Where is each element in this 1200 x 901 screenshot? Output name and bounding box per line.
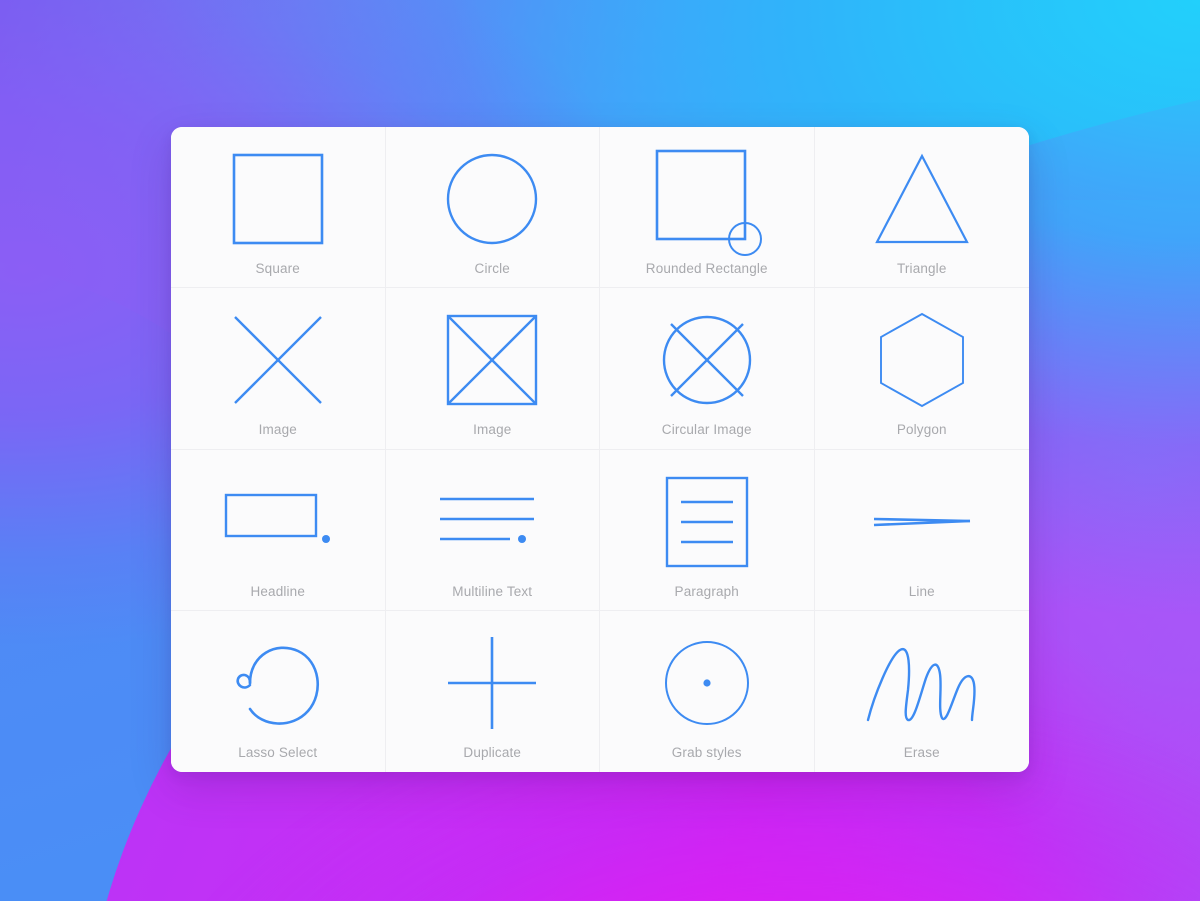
- tool-cell-triangle[interactable]: Triangle: [814, 127, 1030, 289]
- erase-icon: [815, 627, 1030, 739]
- tool-label: Grab styles: [671, 744, 742, 760]
- tool-cell-rounded-rectangle[interactable]: Rounded Rectangle: [600, 127, 815, 289]
- tool-cell-image-boxed[interactable]: Image: [385, 288, 600, 450]
- tool-label: Duplicate: [463, 744, 522, 760]
- duplicate-icon: [386, 627, 600, 739]
- tool-cell-multiline-text[interactable]: Multiline Text: [385, 449, 600, 611]
- grab-styles-icon: [600, 627, 814, 739]
- square-icon: [171, 143, 385, 255]
- shape-tool-palette: Square Circle Rounded Rectangle Triangle…: [171, 127, 1029, 772]
- tool-cell-line[interactable]: Line: [814, 449, 1030, 611]
- tool-label: Rounded Rectangle: [645, 261, 768, 276]
- tool-cell-headline[interactable]: Headline: [171, 449, 386, 611]
- image-x-icon: [171, 304, 385, 416]
- tool-cell-erase[interactable]: Erase: [814, 610, 1030, 772]
- polygon-hexagon-icon: [815, 304, 1030, 416]
- headline-icon: [171, 466, 385, 578]
- tool-cell-square[interactable]: Square: [171, 127, 386, 289]
- tool-label: Line: [908, 583, 935, 599]
- rounded-rectangle-icon: [600, 143, 814, 256]
- tool-label: Square: [255, 261, 300, 276]
- tool-label: Circle: [474, 261, 510, 276]
- tool-cell-polygon[interactable]: Polygon: [814, 288, 1030, 450]
- tool-cell-lasso-select[interactable]: Lasso Select: [171, 610, 386, 772]
- tool-label: Headline: [250, 583, 305, 599]
- tool-label: Circular Image: [661, 422, 752, 438]
- tool-label: Lasso Select: [238, 744, 318, 760]
- lasso-select-icon: [171, 627, 385, 739]
- tool-label: Paragraph: [674, 583, 739, 599]
- paragraph-icon: [600, 466, 814, 578]
- tool-cell-circular-image[interactable]: Circular Image: [600, 288, 815, 450]
- circular-image-icon: [600, 304, 814, 416]
- circle-icon: [386, 143, 600, 255]
- tool-label: Erase: [903, 744, 940, 760]
- tool-cell-duplicate[interactable]: Duplicate: [385, 610, 600, 772]
- triangle-icon: [815, 143, 1030, 255]
- tool-label: Image: [258, 422, 297, 438]
- multiline-text-icon: [386, 466, 600, 578]
- tool-cell-image-x[interactable]: Image: [171, 288, 386, 450]
- line-icon: [815, 466, 1030, 578]
- image-boxed-x-icon: [386, 304, 600, 416]
- tool-cell-paragraph[interactable]: Paragraph: [600, 449, 815, 611]
- tool-cell-grab-styles[interactable]: Grab styles: [600, 610, 815, 772]
- tool-label: Image: [473, 422, 512, 438]
- tool-label: Triangle: [897, 261, 947, 276]
- tool-label: Multiline Text: [452, 583, 533, 599]
- app-background: Square Circle Rounded Rectangle Triangle…: [0, 0, 1200, 901]
- tool-label: Polygon: [896, 422, 947, 438]
- tool-cell-circle[interactable]: Circle: [385, 127, 600, 289]
